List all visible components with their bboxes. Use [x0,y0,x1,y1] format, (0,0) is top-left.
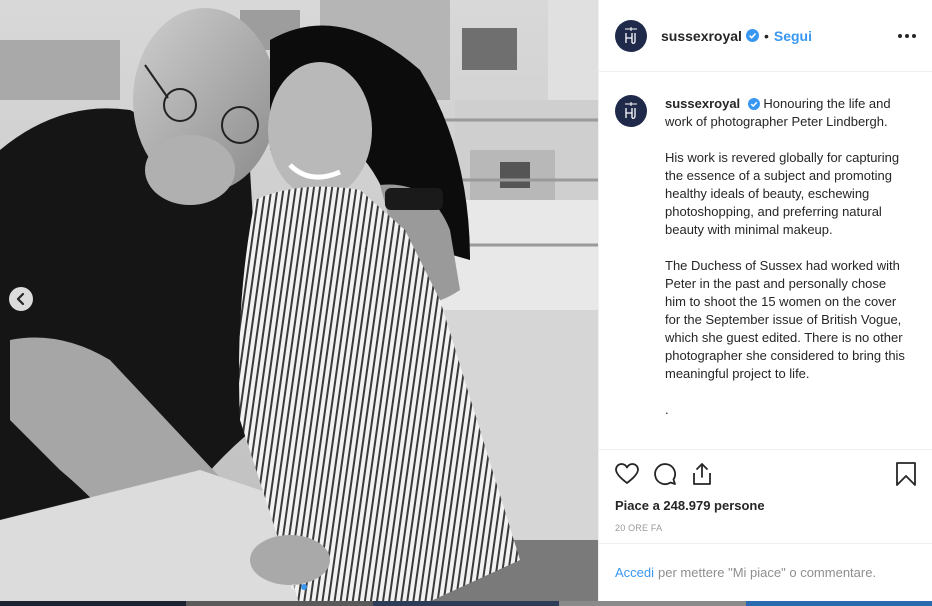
verified-badge-icon [745,29,759,42]
caption-paragraph: . [665,402,669,417]
carousel-indicator [0,584,598,590]
follow-button[interactable]: Segui [774,28,812,44]
caption-text: sussexroyal Honouring the life and work … [665,95,905,437]
caption-row: sussexroyal Honouring the life and work … [615,95,916,437]
carousel-prev-button[interactable] [9,287,33,311]
caption-username[interactable]: sussexroyal [665,96,740,111]
bookmark-icon[interactable] [896,462,916,486]
photo-image [0,0,598,606]
heart-icon[interactable] [615,463,639,485]
carousel-dot-active [301,584,307,590]
comment-icon[interactable] [653,462,677,486]
post-actions: Piace a 248.979 persone 20 ORE FA [599,449,932,533]
post-header: sussexroyal • Segui [599,0,932,72]
post-photo[interactable] [0,0,598,606]
separator: • [763,27,769,44]
more-options-icon[interactable] [898,33,916,38]
caption-avatar[interactable] [615,95,647,127]
post-side-panel: sussexroyal • Segui sussexroyal Honourin… [598,0,932,606]
avatar[interactable] [615,19,647,52]
login-prompt-text: per mettere "Mi piace" o commentare. [658,565,877,580]
monogram-logo [625,102,637,119]
bottom-thumbnail-strip [0,601,932,606]
share-icon[interactable] [691,462,713,486]
caption-paragraph: His work is revered globally for capturi… [665,150,900,237]
login-link[interactable]: Accedi [615,565,654,580]
monogram-logo [625,26,637,44]
caption-paragraph: The Duchess of Sussex had worked with Pe… [665,258,905,381]
username[interactable]: sussexroyal [661,28,742,44]
caption-area: sussexroyal Honouring the life and work … [599,73,932,449]
login-to-comment: Accedi per mettere "Mi piace" o commenta… [599,543,932,601]
likes-count[interactable]: Piace a 248.979 persone [615,498,916,513]
post-timestamp[interactable]: 20 ORE FA [615,523,916,533]
action-bar [615,450,916,498]
carousel-dot [291,584,297,590]
verified-badge-icon [747,98,760,110]
chevron-left-icon [16,293,25,305]
